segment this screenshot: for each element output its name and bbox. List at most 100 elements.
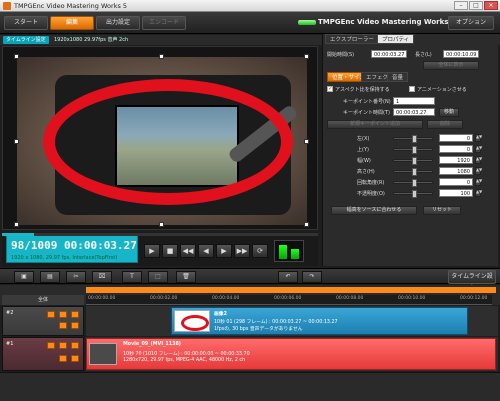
param-slider[interactable] bbox=[393, 168, 433, 176]
resize-handle-t[interactable] bbox=[159, 54, 164, 59]
param-spin-icon[interactable]: ▲▼ bbox=[475, 178, 482, 186]
audio-icon[interactable] bbox=[59, 322, 67, 329]
tab-output-settings[interactable]: 出力設定 bbox=[96, 16, 140, 30]
clip-image2[interactable]: 画像2 10秒 01 (298 フレーム) : 00:00:03.27 ~ 00… bbox=[171, 307, 468, 335]
timeline-settings-button[interactable]: タイムライン設定 bbox=[448, 270, 496, 292]
resize-handle-l[interactable] bbox=[14, 139, 19, 144]
text-icon[interactable]: T bbox=[122, 271, 142, 283]
playback-progress[interactable] bbox=[2, 233, 318, 236]
loop-icon[interactable]: ⟳ bbox=[252, 244, 268, 258]
resize-handle-tr[interactable] bbox=[304, 54, 309, 59]
eye-icon[interactable] bbox=[71, 311, 79, 318]
track-header-2[interactable]: #2 bbox=[2, 306, 84, 336]
minimize-button[interactable]: – bbox=[454, 1, 468, 10]
lock-icon[interactable] bbox=[59, 342, 67, 349]
track-lane-2[interactable]: 画像2 10秒 01 (298 フレーム) : 00:00:03.27 ~ 00… bbox=[86, 306, 498, 336]
work-area-bar[interactable] bbox=[86, 287, 496, 293]
start-field[interactable]: 00:00:03.27 bbox=[371, 50, 407, 58]
slider-knob[interactable] bbox=[412, 146, 417, 154]
slider-knob[interactable] bbox=[412, 157, 417, 165]
reset-button[interactable]: リセット bbox=[423, 206, 461, 215]
length-field[interactable]: 00:00:10.09 bbox=[443, 50, 479, 58]
param-spin-icon[interactable]: ▲▼ bbox=[475, 134, 482, 142]
add-clip-icon[interactable]: ▣ bbox=[14, 271, 34, 283]
param-spin-icon[interactable]: ▲▼ bbox=[475, 167, 482, 175]
track-header-1[interactable]: #1 bbox=[2, 337, 84, 371]
audio-icon[interactable] bbox=[59, 355, 67, 362]
eye-icon[interactable] bbox=[71, 342, 79, 349]
move-button[interactable]: 移動 bbox=[439, 108, 459, 117]
slider-knob[interactable] bbox=[412, 190, 417, 198]
visibility-icon[interactable] bbox=[47, 311, 55, 318]
param-spin-icon[interactable]: ▲▼ bbox=[475, 145, 482, 153]
resize-handle-r[interactable] bbox=[304, 139, 309, 144]
param-spin-icon[interactable]: ▲▼ bbox=[475, 156, 482, 164]
close-button[interactable]: ✕ bbox=[484, 1, 498, 10]
subtab-volume[interactable]: 音量 bbox=[387, 72, 409, 82]
resize-handle-b[interactable] bbox=[159, 222, 164, 227]
param-field[interactable]: 1080 bbox=[439, 167, 473, 175]
clip-thumbnail bbox=[89, 343, 117, 365]
track-lane-1[interactable]: Movie_09_(MVI_1138) 10秒 70 (1010 フレーム) :… bbox=[86, 337, 498, 371]
param-field[interactable]: 0 bbox=[439, 178, 473, 186]
show-all-button[interactable]: 全体に表示 bbox=[423, 61, 479, 70]
prev-keyframe-icon[interactable]: ◀◀ bbox=[180, 244, 196, 258]
effect-icon[interactable]: ⬚ bbox=[148, 271, 168, 283]
slider-knob[interactable] bbox=[412, 179, 417, 187]
step-back-icon[interactable]: ◀ bbox=[198, 244, 214, 258]
length-label: 長さ(L) bbox=[415, 52, 432, 58]
tab-start[interactable]: スタート bbox=[4, 16, 48, 30]
trash-icon[interactable]: 🗑 bbox=[176, 271, 196, 283]
maximize-button[interactable]: □ bbox=[469, 1, 483, 10]
resize-handle-bl[interactable] bbox=[14, 222, 19, 227]
step-forward-icon[interactable]: ▶ bbox=[216, 244, 232, 258]
param-spin-icon[interactable]: ▲▼ bbox=[475, 189, 482, 197]
timeline-settings-badge[interactable]: タイムライン設定 bbox=[3, 36, 49, 44]
redo-icon[interactable]: ↷ bbox=[302, 271, 322, 283]
animation-checkbox[interactable] bbox=[409, 86, 415, 92]
red-ring-overlay[interactable] bbox=[43, 79, 293, 205]
delete-keypoint-button[interactable]: 削除 bbox=[427, 120, 463, 129]
aspect-checkbox[interactable] bbox=[327, 85, 333, 92]
slider-knob[interactable] bbox=[412, 168, 417, 176]
next-keyframe-icon[interactable]: ▶▶ bbox=[234, 244, 250, 258]
mute-icon[interactable] bbox=[71, 355, 79, 362]
tab-edit[interactable]: 編集 bbox=[50, 16, 94, 30]
param-field[interactable]: 100 bbox=[439, 189, 473, 197]
param-slider[interactable] bbox=[393, 179, 433, 187]
mute-icon[interactable] bbox=[71, 322, 79, 329]
lock-icon[interactable] bbox=[59, 311, 67, 318]
preview-area[interactable] bbox=[2, 46, 318, 230]
resize-handle-tl[interactable] bbox=[14, 54, 19, 59]
split-icon[interactable]: ✂ bbox=[66, 271, 86, 283]
add-track-icon[interactable]: ▤ bbox=[40, 271, 60, 283]
param-slider[interactable] bbox=[393, 146, 433, 154]
keypoint-no-field[interactable]: 1 bbox=[393, 97, 435, 105]
play-icon[interactable]: ▶ bbox=[144, 244, 160, 258]
cut-edit-icon[interactable]: ⌧ bbox=[92, 271, 112, 283]
property-panel: エクスプローラー プロパティ 開始時間(S) 00:00:03.27 長さ(L)… bbox=[322, 34, 498, 266]
visibility-icon[interactable] bbox=[47, 342, 55, 349]
time-scale[interactable]: 00:00:00.00 00:00:02.00 00:00:04.00 00:0… bbox=[86, 295, 492, 305]
fit-source-button[interactable]: 幅高をソースに合わせる bbox=[331, 206, 417, 215]
tab-property[interactable]: プロパティ bbox=[377, 34, 415, 44]
param-slider[interactable] bbox=[393, 190, 433, 198]
tab-explorer[interactable]: エクスプローラー bbox=[325, 34, 379, 44]
keypoint-time-field[interactable]: 00:00:03.27 bbox=[393, 108, 435, 116]
option-button[interactable]: オプション bbox=[448, 16, 494, 30]
tick-4: 00:00:08.00 bbox=[336, 296, 364, 301]
resize-handle-br[interactable] bbox=[304, 222, 309, 227]
param-field[interactable]: 1920 bbox=[439, 156, 473, 164]
param-slider[interactable] bbox=[393, 157, 433, 165]
param-field[interactable]: 0 bbox=[439, 134, 473, 142]
clip-movie09[interactable]: Movie_09_(MVI_1138) 10秒 70 (1010 フレーム) :… bbox=[86, 338, 496, 370]
slider-knob[interactable] bbox=[412, 135, 417, 143]
add-keypoint-button[interactable]: 新規キーポイント追加 bbox=[327, 120, 423, 129]
param-slider[interactable] bbox=[393, 135, 433, 143]
param-field[interactable]: 0 bbox=[439, 145, 473, 153]
video-frame[interactable] bbox=[17, 57, 307, 225]
tick-1: 00:00:02.00 bbox=[150, 296, 178, 301]
stop-icon[interactable]: ■ bbox=[162, 244, 178, 258]
undo-icon[interactable]: ↶ bbox=[278, 271, 298, 283]
tab-encode[interactable]: エンコード bbox=[142, 16, 186, 30]
